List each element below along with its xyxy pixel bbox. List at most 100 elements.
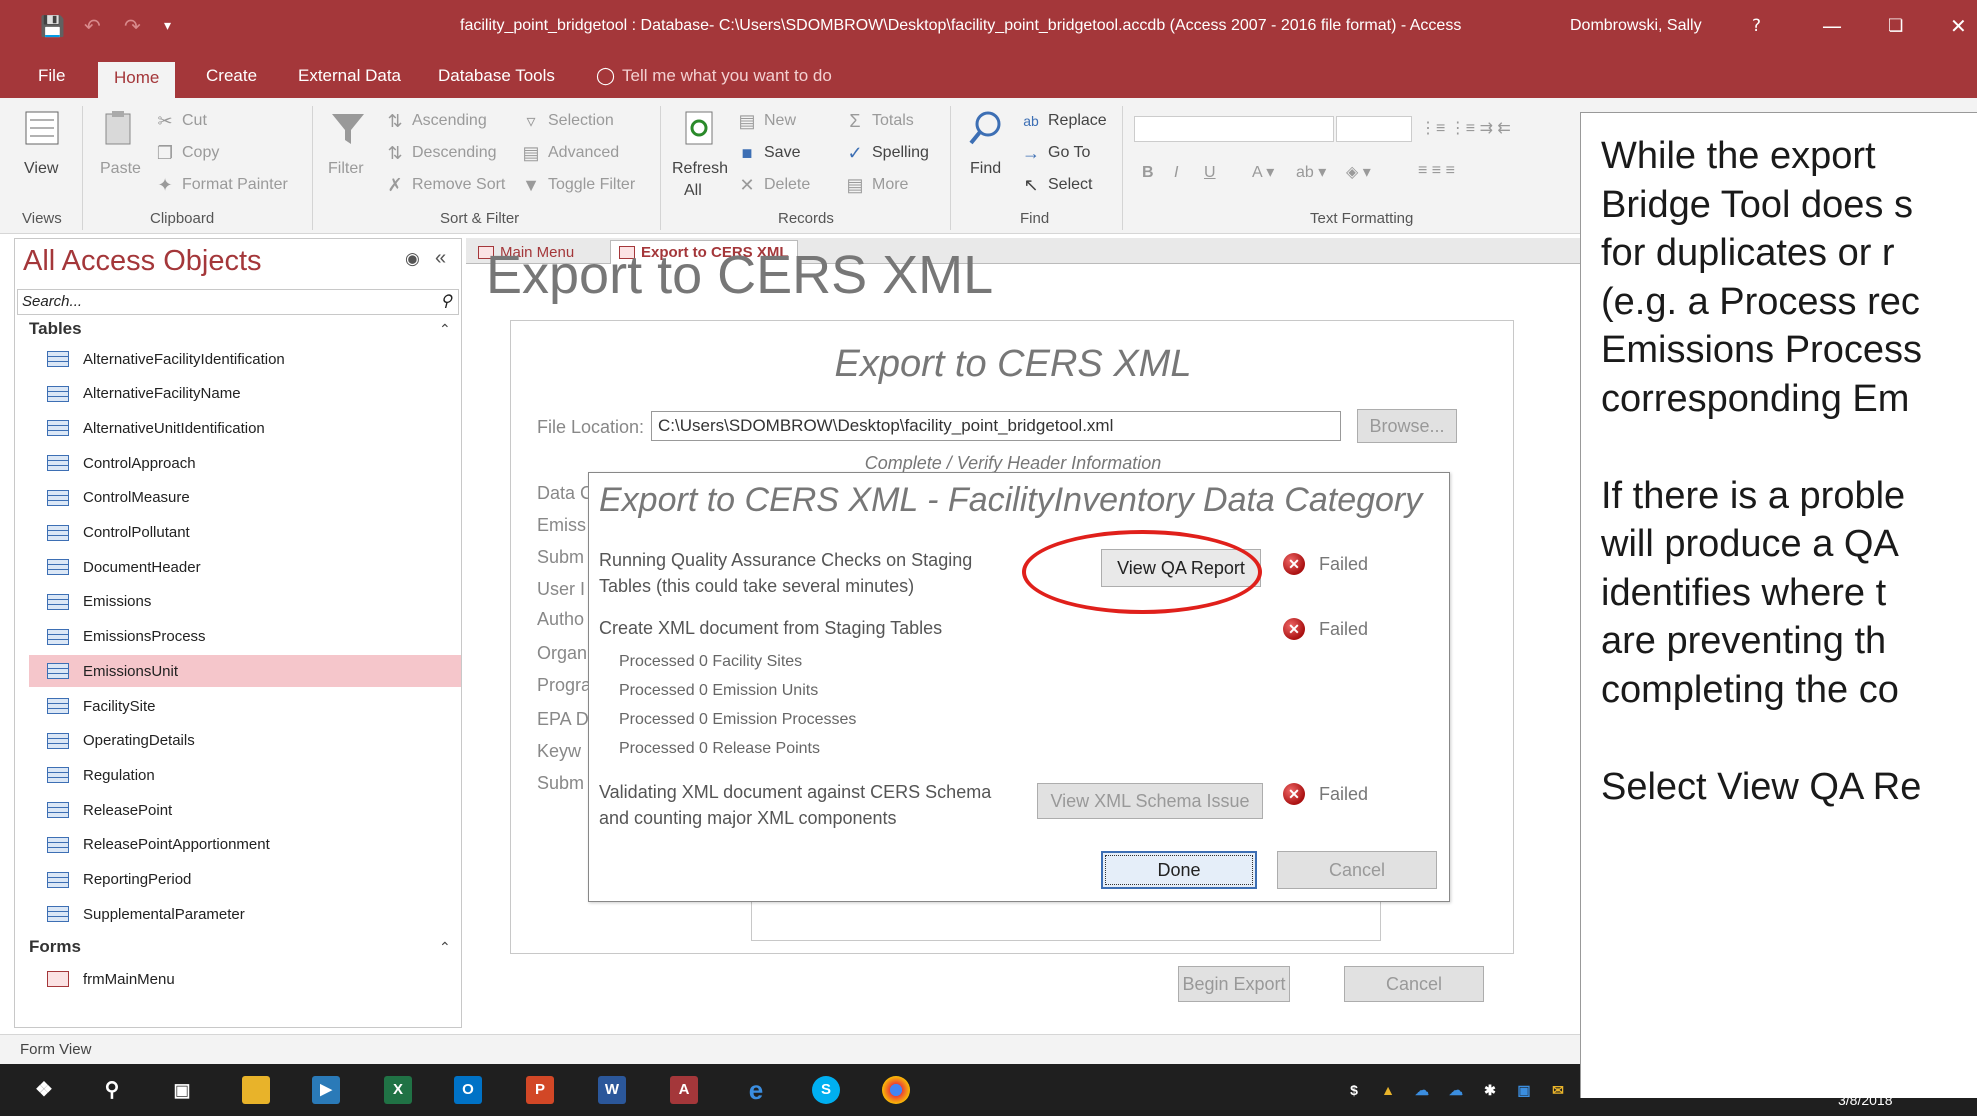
chevron-up-icon[interactable]: ⌃	[439, 321, 451, 338]
table-item[interactable]: FacilitySite	[29, 690, 461, 722]
undo-icon[interactable]: ↶	[84, 14, 101, 38]
view-xml-schema-issue-button[interactable]: View XML Schema Issue	[1037, 783, 1263, 819]
tab-file[interactable]: File	[38, 66, 65, 86]
table-item[interactable]: DocumentHeader	[29, 551, 461, 583]
table-item[interactable]: EmissionsUnit	[29, 655, 461, 688]
file-explorer-icon[interactable]	[242, 1076, 270, 1104]
tray-shield-icon[interactable]: ▲	[1374, 1076, 1402, 1104]
form-cancel-button[interactable]: Cancel	[1344, 966, 1484, 1002]
table-item[interactable]: AlternativeFacilityName	[29, 378, 461, 410]
help-icon[interactable]: ?	[1752, 16, 1761, 36]
chrome-icon[interactable]	[882, 1076, 910, 1104]
view-button[interactable]: View	[24, 160, 58, 178]
redo-icon[interactable]: ↷	[124, 14, 141, 38]
mail-icon[interactable]: ✉	[1544, 1076, 1572, 1104]
bluetooth-icon[interactable]: ✱	[1476, 1076, 1504, 1104]
table-item[interactable]: OperatingDetails	[29, 725, 461, 757]
browse-button[interactable]: Browse...	[1357, 409, 1457, 443]
align-icon[interactable]: ≡ ≡ ≡	[1418, 162, 1455, 180]
font-size-dropdown[interactable]	[1336, 116, 1412, 142]
onedrive-icon[interactable]: ☁	[1408, 1076, 1436, 1104]
forms-heading[interactable]: Forms	[29, 937, 81, 957]
totals-button[interactable]: Σ Totals	[844, 110, 913, 132]
bold-button[interactable]: B	[1142, 164, 1154, 182]
more-button[interactable]: ▤ More	[844, 174, 908, 196]
toggle-filter-button[interactable]: ▼ Toggle Filter	[520, 174, 635, 196]
copy-button[interactable]: ❐ Copy	[154, 142, 219, 164]
customize-quick-access-icon[interactable]: ▾	[164, 18, 171, 34]
selection-button[interactable]: ▿ Selection	[520, 110, 613, 132]
skype-icon[interactable]: S	[812, 1076, 840, 1104]
goto-button[interactable]: → Go To	[1020, 142, 1090, 164]
find-button[interactable]: Find	[970, 160, 1001, 178]
cut-button[interactable]: ✂ Cut	[154, 110, 206, 132]
descending-button[interactable]: ⇅ Descending	[384, 142, 496, 164]
table-item[interactable]: Emissions	[29, 586, 461, 618]
table-item[interactable]: Regulation	[29, 759, 461, 791]
user-name[interactable]: Dombrowski, Sally	[1570, 17, 1702, 35]
replace-button[interactable]: ab Replace	[1020, 110, 1107, 132]
done-button[interactable]: Done	[1101, 851, 1257, 889]
outlook-icon[interactable]: O	[454, 1076, 482, 1104]
save-record-button[interactable]: ■ Save	[736, 142, 801, 164]
filter-button[interactable]: Filter	[328, 160, 364, 178]
begin-export-button[interactable]: Begin Export	[1178, 966, 1290, 1002]
file-location-input[interactable]: C:\Users\SDOMBROW\Desktop\facility_point…	[651, 411, 1341, 441]
save-icon[interactable]: 💾	[40, 14, 65, 38]
advanced-button[interactable]: ▤ Advanced	[520, 142, 619, 164]
table-item[interactable]: ControlPollutant	[29, 517, 461, 549]
table-item[interactable]: ControlApproach	[29, 447, 461, 479]
highlight-color-icon[interactable]: ab ▾	[1296, 162, 1326, 182]
display-icon[interactable]: ▣	[1510, 1076, 1538, 1104]
word-icon[interactable]: W	[598, 1076, 626, 1104]
fill-color-icon[interactable]: ◈ ▾	[1346, 162, 1371, 182]
refresh-all-button[interactable]: All	[684, 182, 702, 200]
table-item[interactable]: AlternativeUnitIdentification	[29, 412, 461, 444]
select-button[interactable]: ↖ Select	[1020, 174, 1092, 196]
table-item[interactable]: SupplementalParameter	[29, 898, 461, 930]
restore-icon[interactable]: ❏	[1888, 16, 1903, 36]
remove-sort-button[interactable]: ✗ Remove Sort	[384, 174, 505, 196]
minimize-icon[interactable]: —	[1822, 14, 1842, 38]
chevron-up-icon[interactable]: ⌃	[439, 939, 451, 956]
powerpoint-icon[interactable]: P	[526, 1076, 554, 1104]
table-item[interactable]: ReleasePoint	[29, 794, 461, 826]
tab-home[interactable]: Home	[98, 62, 176, 98]
nav-options-icon[interactable]: ◉	[405, 249, 420, 269]
task-view-icon[interactable]: ▣	[168, 1076, 196, 1104]
network-icon[interactable]: ☁	[1442, 1076, 1470, 1104]
list-icon[interactable]: ⋮≡ ⋮≡ ⇉ ⇇	[1420, 118, 1511, 138]
ascending-button[interactable]: ⇅ Ascending	[384, 110, 486, 132]
access-icon[interactable]: A	[670, 1076, 698, 1104]
dialog-cancel-button[interactable]: Cancel	[1277, 851, 1437, 889]
windows-start-icon[interactable]: ❖	[30, 1076, 58, 1104]
table-item[interactable]: ControlMeasure	[29, 482, 461, 514]
new-record-button[interactable]: ▤ New	[736, 110, 796, 132]
tables-heading[interactable]: Tables	[29, 319, 82, 339]
media-player-icon[interactable]: ▶	[312, 1076, 340, 1104]
tab-create[interactable]: Create	[206, 66, 257, 86]
form-text-field[interactable]	[751, 901, 1381, 941]
close-icon[interactable]: ✕	[1950, 14, 1967, 38]
tray-icon[interactable]: $	[1340, 1076, 1368, 1104]
excel-icon[interactable]: X	[384, 1076, 412, 1104]
search-icon[interactable]: ⚲	[440, 291, 452, 311]
table-item[interactable]: ReportingPeriod	[29, 864, 461, 896]
tab-external-data[interactable]: External Data	[298, 66, 401, 86]
italic-button[interactable]: I	[1174, 164, 1178, 182]
nav-pane-title[interactable]: All Access Objects	[23, 245, 262, 278]
tab-database-tools[interactable]: Database Tools	[438, 66, 555, 86]
spelling-button[interactable]: ✓ Spelling	[844, 142, 928, 164]
font-color-icon[interactable]: A ▾	[1252, 162, 1274, 182]
tell-me-box[interactable]: Tell me what you want to do	[622, 66, 832, 86]
search-icon[interactable]: ⚲	[98, 1076, 126, 1104]
font-name-dropdown[interactable]	[1134, 116, 1334, 142]
collapse-pane-icon[interactable]: «	[435, 247, 446, 270]
underline-button[interactable]: U	[1204, 164, 1216, 182]
nav-search-input[interactable]: Search... ⚲	[17, 289, 459, 315]
table-item[interactable]: EmissionsProcess	[29, 621, 461, 653]
table-item[interactable]: AlternativeFacilityIdentification	[29, 343, 461, 375]
format-painter-button[interactable]: ✦ Format Painter	[154, 174, 287, 196]
internet-explorer-icon[interactable]: e	[742, 1076, 770, 1104]
table-item[interactable]: ReleasePointApportionment	[29, 829, 461, 861]
